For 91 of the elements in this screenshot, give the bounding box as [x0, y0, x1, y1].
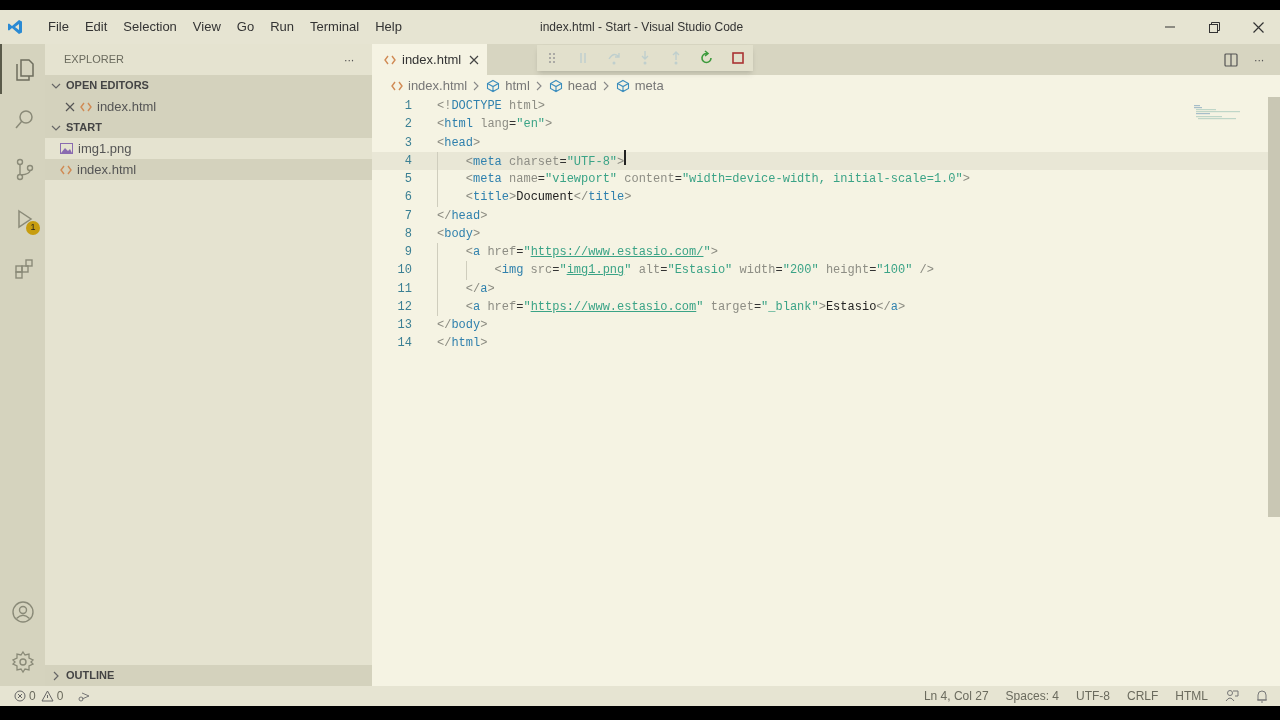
- live-share-button[interactable]: [77, 690, 92, 702]
- stop-button[interactable]: [729, 49, 747, 67]
- html-file-icon: [60, 164, 72, 175]
- status-item[interactable]: UTF-8: [1076, 687, 1110, 705]
- line-number: 5: [403, 171, 412, 189]
- code-line: <img src="img1.png" alt="Estasio" width="200" height="100" />: [493, 262, 934, 280]
- menu-item[interactable]: Help: [367, 17, 410, 37]
- feedback-button[interactable]: [1225, 689, 1239, 703]
- code-line: </html>: [437, 335, 488, 353]
- line-number: 3: [403, 134, 412, 152]
- notification-badge: 1: [26, 221, 40, 235]
- text-cursor: [624, 150, 626, 166]
- code-line: </a>: [464, 280, 495, 298]
- line-number: 11: [396, 280, 412, 298]
- explorer-tree-item[interactable]: img1.png: [45, 138, 372, 159]
- line-number: 4: [403, 152, 412, 170]
- code-line: <a href="https://www.estasio.com/">: [464, 244, 718, 262]
- breadcrumb-item[interactable]: index.html: [391, 76, 468, 96]
- close-icon: [65, 101, 75, 112]
- line-number: 12: [396, 298, 412, 316]
- more-actions-button[interactable]: ···: [1253, 50, 1264, 69]
- menu-item[interactable]: Edit: [76, 17, 116, 37]
- chevron-right-icon: [473, 81, 481, 91]
- code-line: <title>Document</title>: [464, 189, 632, 207]
- more-actions-button[interactable]: ···: [343, 50, 354, 69]
- html-file-icon: [80, 101, 92, 112]
- breadcrumb-item[interactable]: head: [548, 76, 597, 96]
- line-number: 6: [403, 189, 412, 207]
- stop-icon: [729, 49, 747, 67]
- cube-icon: [548, 79, 563, 93]
- notifications-button[interactable]: [1256, 689, 1268, 703]
- menu-item[interactable]: View: [184, 17, 229, 37]
- code-line: <head>: [437, 134, 481, 152]
- open-editor-item[interactable]: index.html: [45, 96, 372, 117]
- app-logo-icon: [7, 19, 23, 35]
- code-line: <html lang="en">: [437, 116, 553, 134]
- code-line: <a href="https://www.estasio.com" target="_blank">Estasio</a>: [464, 298, 906, 316]
- chevron-right-icon: [602, 81, 610, 91]
- code-line: <!DOCTYPE html>: [437, 98, 546, 116]
- code-line: <body>: [437, 225, 481, 243]
- scrollbar-thumb[interactable]: [1268, 97, 1280, 517]
- menu-item[interactable]: Terminal: [302, 17, 368, 37]
- menu-item[interactable]: File: [40, 17, 77, 37]
- close-icon: [469, 54, 480, 65]
- warning-icon: [40, 690, 54, 702]
- restore-icon: [1208, 21, 1220, 33]
- error-icon: [14, 690, 26, 702]
- html-file-icon: [391, 81, 403, 91]
- code-line: </body>: [437, 317, 488, 335]
- menu-item[interactable]: Selection: [115, 17, 185, 37]
- line-number: 8: [403, 225, 412, 243]
- feedback-icon: [1225, 689, 1239, 703]
- section-header[interactable]: START: [45, 117, 372, 138]
- activity-bar-button[interactable]: 1: [0, 194, 45, 244]
- close-icon: [1252, 21, 1264, 33]
- section-header[interactable]: OPEN EDITORS: [45, 75, 372, 96]
- line-number: 2: [403, 116, 412, 134]
- menu-item[interactable]: Run: [262, 17, 302, 37]
- line-number: 9: [403, 244, 412, 262]
- cube-icon: [615, 79, 630, 93]
- account-icon: [10, 600, 35, 624]
- explorer-tree-item[interactable]: index.html: [45, 159, 372, 180]
- code-line: <meta charset="UTF-8">: [437, 150, 626, 172]
- split-editor-button[interactable]: [1223, 52, 1238, 67]
- code-line: <meta name="viewport" content="width=device-width, initial-scale=1.0">: [464, 171, 970, 189]
- panel-title: EXPLORER: [64, 52, 124, 68]
- menu-item[interactable]: Go: [228, 17, 263, 37]
- status-item[interactable]: CRLF: [1127, 687, 1159, 705]
- line-number: 10: [396, 262, 412, 280]
- line-number: 14: [396, 335, 412, 353]
- status-item[interactable]: Spaces: 4: [1005, 687, 1059, 705]
- breadcrumb-item[interactable]: meta: [615, 76, 664, 96]
- settings-icon: [10, 650, 35, 674]
- problems-button[interactable]: 0 0: [0, 687, 64, 705]
- split-editor-icon: [1223, 52, 1238, 67]
- live-share-icon: [77, 690, 92, 702]
- html-file-icon: [384, 54, 396, 65]
- image-file-icon: [60, 143, 73, 154]
- code-line: </head>: [437, 207, 488, 225]
- chevron-right-icon: [535, 81, 543, 91]
- editor-tab[interactable]: index.html: [372, 44, 488, 75]
- cube-icon: [486, 79, 501, 93]
- section-header[interactable]: OUTLINE: [45, 665, 372, 686]
- status-item[interactable]: Ln 4, Col 27: [923, 687, 989, 705]
- line-number: 7: [403, 207, 412, 225]
- line-number: 13: [396, 317, 412, 335]
- status-item[interactable]: HTML: [1175, 687, 1208, 705]
- minimize-icon: [1165, 26, 1175, 28]
- bell-icon: [1256, 689, 1268, 703]
- line-number: 1: [403, 98, 412, 116]
- breadcrumb-item[interactable]: html: [486, 76, 530, 96]
